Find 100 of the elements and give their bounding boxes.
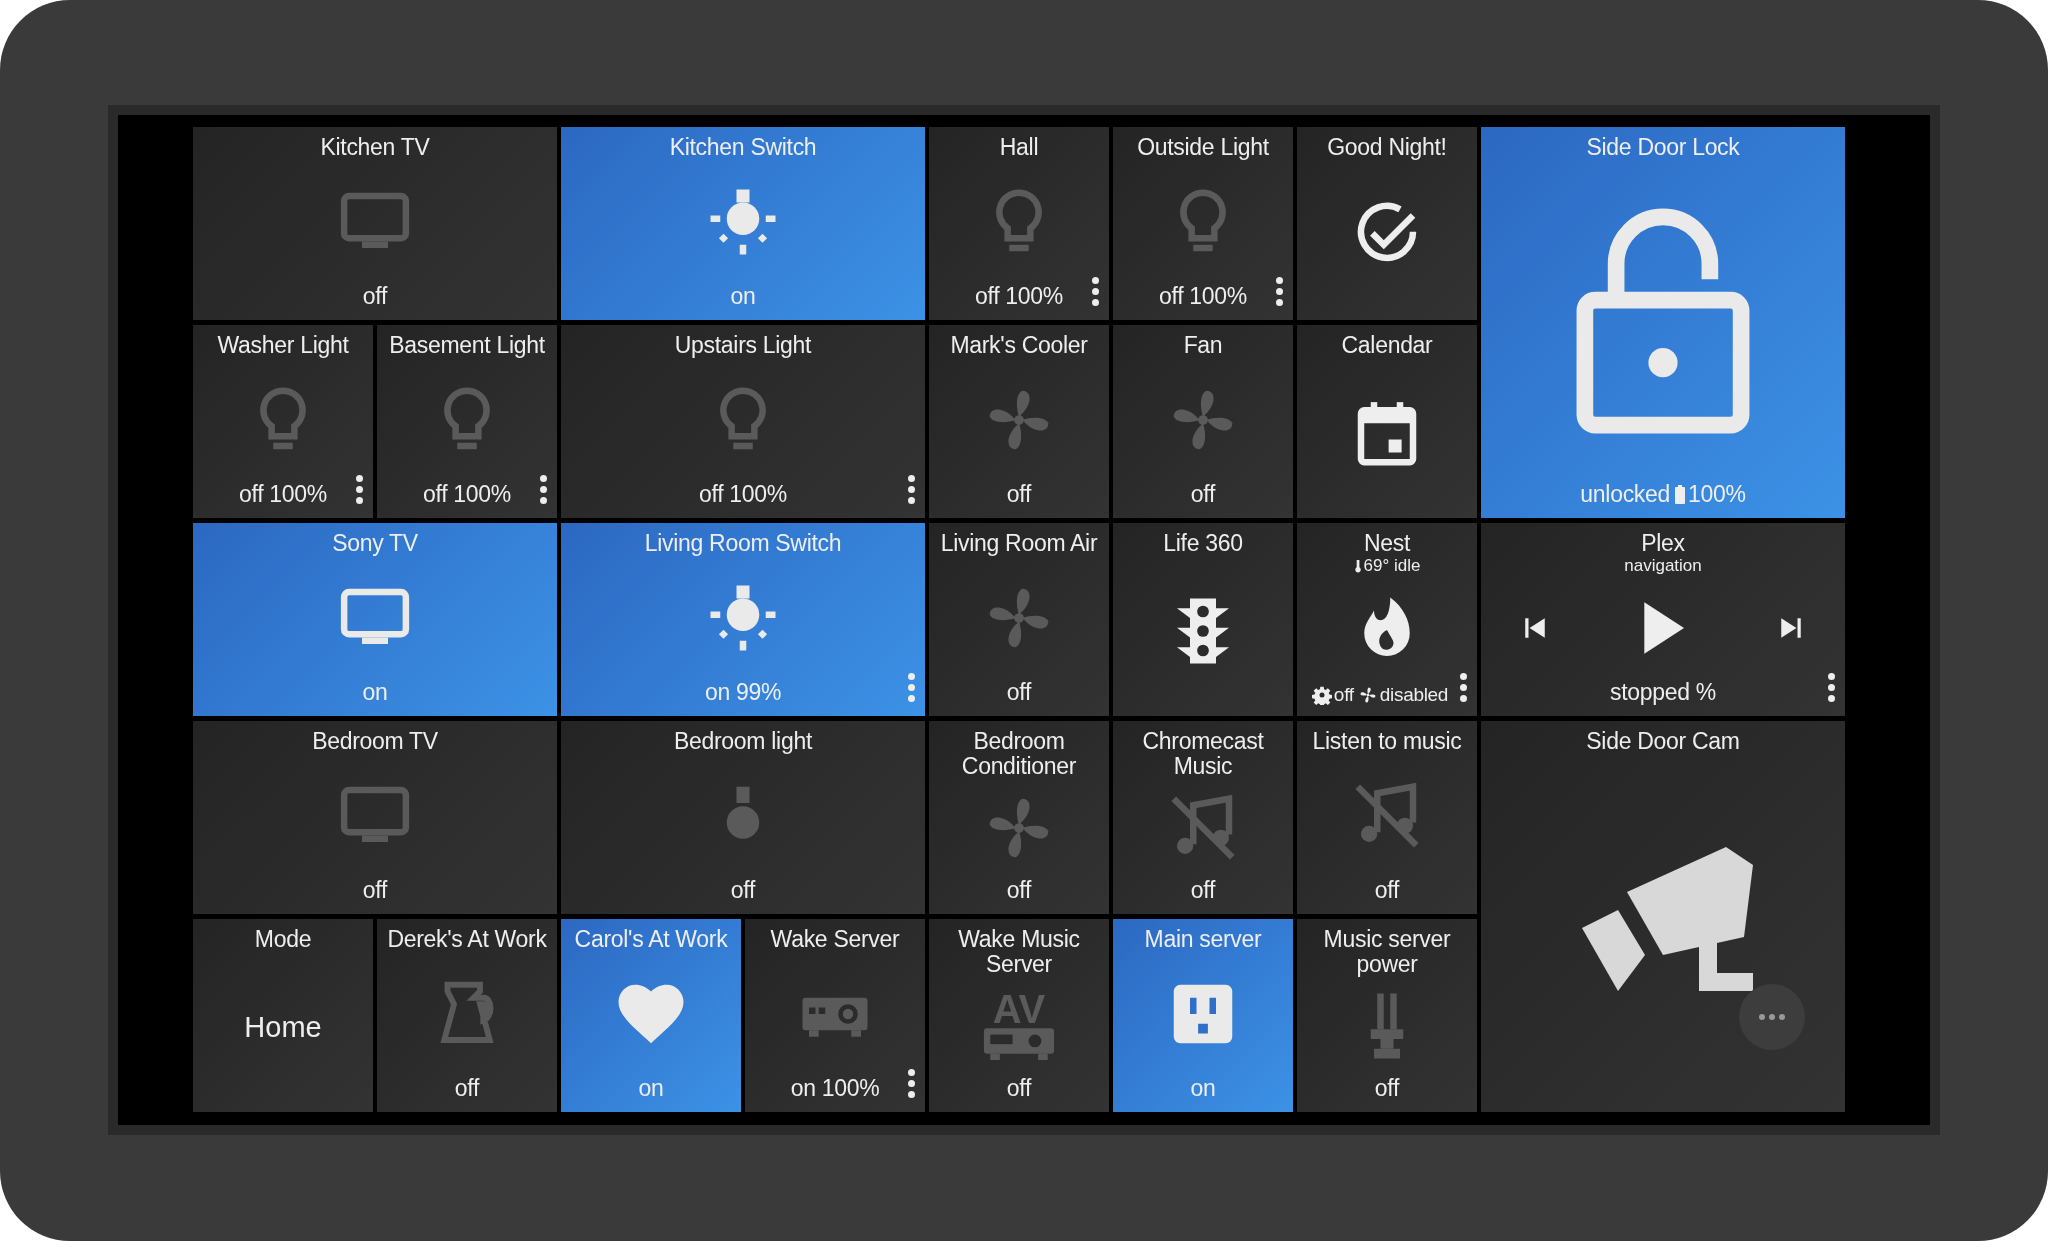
tile-title: Washer Light [217,333,349,359]
tile-status: off 100% [239,481,327,508]
device-tile[interactable]: Listen to music off [1297,721,1477,914]
tile-status: off [1006,481,1032,508]
tile-status: off 100% [423,481,511,508]
device-tile[interactable]: Basement Light off 100% [377,325,557,518]
tile-title: Bedroom TV [312,729,438,755]
tile-title: Bedroom Conditioner [960,729,1078,780]
device-tile[interactable]: Living Room Air off [929,523,1109,716]
more-menu-icon[interactable] [1460,673,1467,702]
tile-status: off [1374,1075,1400,1102]
device-tile[interactable]: Life 360 [1113,523,1293,716]
tile-title: Carol's At Work [574,927,728,953]
device-tile[interactable]: Calendar [1297,325,1477,518]
status-text: 100% [1688,481,1746,508]
tile-title: Kitchen TV [320,135,430,161]
device-tile[interactable]: Hall off 100% [929,127,1109,320]
tile-title: Life 360 [1163,531,1243,557]
tile-title: Outside Light [1137,135,1269,161]
tile-status: off 100% [1159,283,1247,310]
device-tile[interactable]: Main server on [1113,919,1293,1112]
status-text: off [1333,684,1354,706]
more-menu-icon[interactable] [1092,277,1099,306]
more-menu-icon[interactable] [356,475,363,504]
tile-title: Side Door Cam [1586,729,1740,755]
device-tile[interactable]: Good Night! [1297,127,1477,320]
tile-title: Wake Music Server [957,927,1081,978]
battery-icon [1674,484,1686,505]
tile-status: on [362,679,388,706]
tile-title: Basement Light [389,333,545,359]
tile-title: Plex [1641,531,1685,557]
device-tile[interactable]: Bedroom light off [561,721,925,914]
subtitle-text: navigation [1624,556,1702,577]
device-tile[interactable]: Living Room Switch on 99% [561,523,925,716]
tile-title: Bedroom light [674,729,812,755]
status-text: disabled [1379,684,1449,706]
device-tile[interactable]: Chromecast Music off [1113,721,1293,914]
tile-status: off [1006,877,1032,904]
tile-status: off [1190,877,1216,904]
tile-status: on 99% [704,679,782,706]
tile-title: Wake Server [770,927,900,953]
tile-status: off [1190,481,1216,508]
tile-title: Mark's Cooler [950,333,1088,359]
device-tile[interactable]: Mode Home [193,919,373,1112]
device-tile[interactable]: Kitchen TV off [193,127,557,320]
tile-status: on 100% [790,1075,880,1102]
more-menu-icon[interactable] [1828,673,1835,702]
tile-title: Kitchen Switch [669,135,817,161]
tile-status: off 100% [975,283,1063,310]
device-tile[interactable]: Outside Light off 100% [1113,127,1293,320]
tile-status: on [730,283,756,310]
device-tile[interactable]: Derek's At Work off [377,919,557,1112]
device-tile[interactable]: Wake Server on 100% [745,919,925,1112]
tile-title: Side Door Lock [1586,135,1740,161]
tile-status: off [1374,877,1400,904]
tile-title: Hall [999,135,1039,161]
tile-title: Fan [1183,333,1223,359]
tile-title: Chromecast Music [1141,729,1265,780]
device-tile[interactable]: Sony TV on [193,523,557,716]
tile-title: Living Room Air [940,531,1098,557]
device-tile[interactable]: Side Door Lock unlocked 100% [1481,127,1845,518]
more-menu-icon[interactable] [1276,277,1283,306]
tile-title: Listen to music [1312,729,1462,755]
device-tile[interactable]: Nest 69° idle off disabled [1297,523,1477,716]
device-tile[interactable]: Side Door Cam [1481,721,1845,1112]
mode-value: Home [244,1010,322,1044]
tile-status: on [638,1075,664,1102]
tile-title: Music server power [1322,927,1452,978]
tile-title: Sony TV [332,531,418,557]
tile-title: Living Room Switch [644,531,842,557]
tile-status: off [730,877,756,904]
tile-status: off [1006,1075,1032,1102]
device-tile[interactable]: Mark's Cooler off [929,325,1109,518]
more-menu-icon[interactable] [908,1069,915,1098]
device-tile[interactable]: Bedroom TV off [193,721,557,914]
tile-title: Good Night! [1327,135,1447,161]
gear-icon [1311,685,1332,705]
tile-status: off [454,1075,480,1102]
device-tile[interactable]: Music server power off [1297,919,1477,1112]
tile-title: Upstairs Light [674,333,812,359]
tile-title: Main server [1144,927,1262,953]
device-tile[interactable]: Fan off [1113,325,1293,518]
device-tile[interactable]: Carol's At Work on [561,919,741,1112]
device-tile[interactable]: Upstairs Light off 100% [561,325,925,518]
subtitle-text: 69° idle [1363,556,1421,577]
tile-title: Mode [254,927,312,953]
tile-title: Calendar [1341,333,1433,359]
tile-status: off [1006,679,1032,706]
tile-status: off [362,877,388,904]
device-tile[interactable]: Plex navigation stopped % [1481,523,1845,716]
more-menu-icon[interactable] [908,475,915,504]
more-menu-icon[interactable] [540,475,547,504]
device-tile[interactable]: Washer Light off 100% [193,325,373,518]
tile-title: Nest [1363,531,1411,557]
status-text: unlocked [1580,481,1670,508]
tile-status: off [362,283,388,310]
device-tile[interactable]: Bedroom Conditioner off [929,721,1109,914]
tile-status: stopped % [1610,679,1716,706]
tile-status: off 100% [699,481,787,508]
device-tile[interactable]: Kitchen Switch on [561,127,925,320]
